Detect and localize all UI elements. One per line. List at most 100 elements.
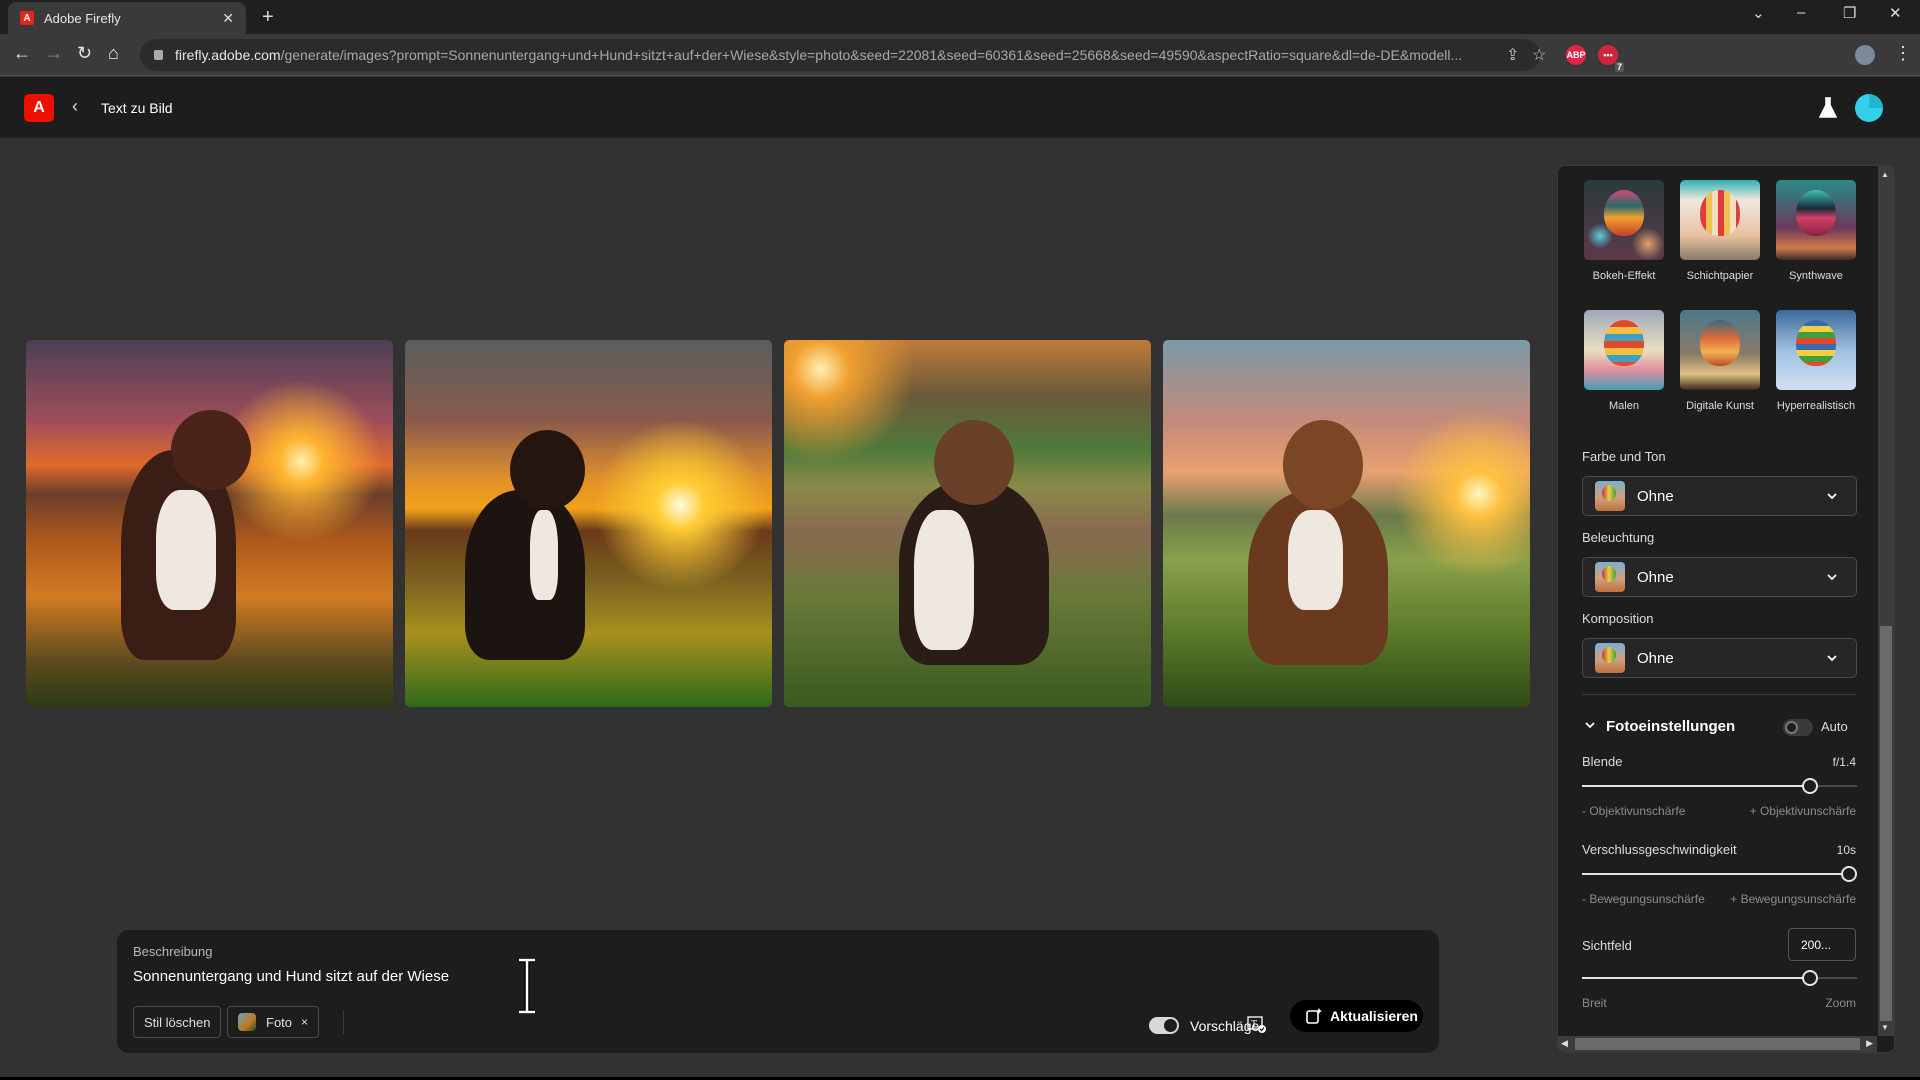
generated-image-1[interactable] [26, 340, 393, 707]
download-icon[interactable] [1790, 45, 1810, 65]
tab-close-icon[interactable]: ✕ [222, 10, 234, 27]
shutter-label: Verschlussgeschwindigkeit [1582, 842, 1737, 857]
camera-icon[interactable] [1662, 45, 1682, 65]
prompt-box: Beschreibung Sonnenuntergang und Hund si… [117, 930, 1439, 1053]
scrollbar-thumb[interactable] [1880, 626, 1892, 1021]
style-label: Malen [1609, 400, 1639, 412]
update-label: Aktualisieren [1330, 1008, 1418, 1024]
share-icon[interactable]: ⇪ [1506, 45, 1519, 65]
scroll-up-icon[interactable]: ▲ [1881, 170, 1889, 179]
forward-icon[interactable]: → [45, 43, 63, 64]
tab-search-icon[interactable]: ⌄ [1752, 4, 1765, 22]
shutter-slider[interactable] [1582, 866, 1857, 882]
field-of-view-slider[interactable] [1582, 970, 1857, 986]
home-icon[interactable]: ⌂ [108, 43, 119, 64]
style-option[interactable]: Digitale Kunst [1680, 310, 1760, 430]
bookmark-star-icon[interactable]: ☆ [1532, 45, 1546, 65]
auto-label: Auto [1821, 719, 1848, 734]
dropdown-value: Ohne [1637, 487, 1674, 505]
lock-icon [154, 50, 163, 60]
digital-art-thumbnail [1680, 310, 1760, 390]
dropdown-value: Ohne [1637, 568, 1674, 586]
restore-icon[interactable]: ❐ [1843, 4, 1856, 22]
panel-horizontal-scrollbar[interactable]: ◀ ▶ [1557, 1036, 1877, 1052]
extension-color-icon[interactable] [1630, 45, 1650, 65]
user-avatar[interactable] [1855, 94, 1883, 122]
media-icon[interactable] [1758, 45, 1778, 65]
close-window-icon[interactable]: ✕ [1889, 4, 1902, 22]
field-of-view-input[interactable]: 200... [1788, 928, 1856, 961]
feather-icon[interactable] [1694, 45, 1714, 65]
update-button[interactable]: Aktualisieren [1290, 1000, 1423, 1032]
style-grid: Bokeh-Effekt Schichtpapier Synthwave Mal… [1584, 180, 1856, 430]
image-gallery [26, 340, 1530, 707]
style-option[interactable]: Hyperrealistisch [1776, 310, 1856, 430]
prompt-label: Beschreibung [133, 944, 213, 959]
scroll-down-icon[interactable]: ▼ [1881, 1023, 1889, 1032]
prompt-input[interactable]: Sonnenuntergang und Hund sitzt auf der W… [133, 968, 449, 985]
composition-dropdown[interactable]: Ohne [1582, 638, 1857, 678]
chevron-down-icon [1827, 655, 1837, 662]
style-option[interactable]: Synthwave [1776, 180, 1856, 300]
hyperrealistic-thumbnail [1776, 310, 1856, 390]
aperture-value: f/1.4 [1832, 755, 1856, 769]
labs-flask-icon[interactable] [1818, 97, 1838, 119]
browser-tabstrip: A Adobe Firefly ✕ + ⌄ – ❐ ✕ [0, 0, 1920, 34]
adblock-plus-icon[interactable]: ABP [1566, 45, 1586, 65]
aperture-min-hint: - Objektivunschärfe [1582, 804, 1686, 818]
slider-handle[interactable] [1841, 866, 1857, 882]
scrollbar-thumb[interactable] [1575, 1038, 1860, 1050]
clear-style-button[interactable]: Stil löschen [133, 1006, 222, 1038]
auto-toggle[interactable] [1783, 719, 1813, 736]
back-icon[interactable]: ← [13, 43, 31, 64]
sidepanel-icon[interactable] [1822, 45, 1842, 65]
adobe-logo[interactable]: A [24, 94, 54, 122]
generated-image-3[interactable] [784, 340, 1151, 707]
collapse-chevron-icon[interactable] [1584, 719, 1596, 731]
slider-handle[interactable] [1802, 778, 1819, 794]
balloon-thumbnail [1595, 481, 1625, 511]
painting-thumbnail [1584, 310, 1664, 390]
url-text: firefly.adobe.com/generate/images?prompt… [175, 47, 1463, 63]
back-chevron-icon[interactable]: ‹ [72, 96, 78, 117]
scroll-left-icon[interactable]: ◀ [1561, 1038, 1568, 1049]
aperture-label: Blende [1582, 754, 1623, 769]
extension-red-icon[interactable]: ••• 7 [1598, 45, 1624, 72]
panel-vertical-scrollbar[interactable]: ▲ ▼ [1878, 166, 1894, 1036]
profile-avatar[interactable] [1855, 45, 1875, 65]
style-label: Bokeh-Effekt [1592, 270, 1656, 282]
adobe-favicon-icon: A [20, 11, 34, 25]
style-option[interactable]: Malen [1584, 310, 1664, 430]
aperture-slider[interactable] [1582, 778, 1857, 794]
color-tone-dropdown[interactable]: Ohne [1582, 476, 1857, 516]
style-option[interactable]: Bokeh-Effekt [1584, 180, 1664, 300]
settings-panel: Bokeh-Effekt Schichtpapier Synthwave Mal… [1557, 165, 1895, 1053]
balloon-thumbnail [1595, 643, 1625, 673]
photo-style-thumbnail [238, 1013, 256, 1031]
scroll-right-icon[interactable]: ▶ [1866, 1038, 1873, 1049]
app-header: A ‹ Text zu Bild [0, 77, 1920, 139]
suggestions-toggle[interactable] [1149, 1017, 1179, 1034]
generated-image-2[interactable] [405, 340, 772, 707]
style-option[interactable]: Schichtpapier [1680, 180, 1760, 300]
puzzle-icon[interactable] [1726, 45, 1746, 65]
photo-settings-title[interactable]: Fotoeinstellungen [1606, 718, 1735, 735]
fov-max-hint: Zoom [1825, 996, 1856, 1010]
reload-icon[interactable]: ↻ [77, 43, 92, 64]
remove-style-icon[interactable]: × [301, 1015, 308, 1029]
browser-toolbar: ← → ↻ ⌂ firefly.adobe.com/generate/image… [0, 34, 1920, 76]
style-label: Hyperrealistisch [1776, 400, 1856, 412]
menu-icon[interactable]: ⋮ [1894, 43, 1912, 64]
slider-handle[interactable] [1802, 970, 1819, 986]
address-bar[interactable]: firefly.adobe.com/generate/images?prompt… [140, 39, 1546, 71]
minimize-icon[interactable]: – [1797, 4, 1805, 21]
lighting-label: Beleuchtung [1582, 530, 1655, 545]
shutter-value: 10s [1836, 843, 1856, 857]
new-tab-icon[interactable]: + [262, 6, 274, 29]
text-check-icon[interactable]: T [1247, 1016, 1267, 1034]
browser-tab[interactable]: A Adobe Firefly ✕ [8, 2, 246, 34]
generated-image-4[interactable] [1163, 340, 1530, 707]
style-chip-foto[interactable]: Foto × [227, 1006, 320, 1038]
lighting-dropdown[interactable]: Ohne [1582, 557, 1857, 597]
color-tone-label: Farbe und Ton [1582, 449, 1666, 464]
